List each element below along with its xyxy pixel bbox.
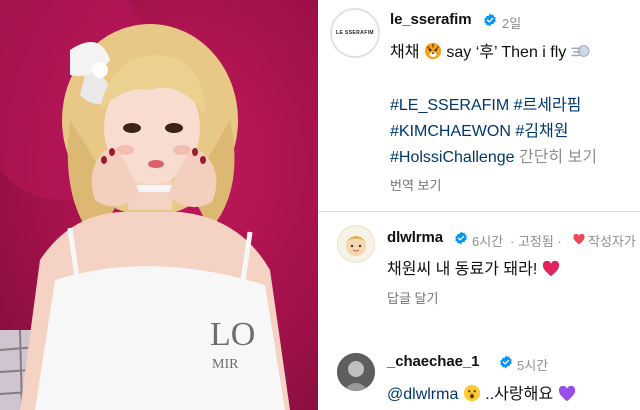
photo-illustration: LO MIR [0,0,290,410]
comment-username[interactable]: _chaechae_1 [387,353,479,370]
mention-link[interactable]: @dlwlrma [387,386,458,403]
comment-body: 채원씨 내 동료가 돼라! [387,261,538,278]
pinned-label: · 고정됨 · [510,234,562,249]
hashtag-le-sserafim[interactable]: #LE_SSERAFIM [390,97,509,114]
avatar-photo [337,353,375,391]
comment-time: 5시간 [517,358,549,373]
comment-body: ..사랑해요 [485,386,554,403]
comment-username[interactable]: dlwlrma [387,229,443,246]
comment-avatar-dlwlrma[interactable] [337,225,375,263]
comment-text: @dlwlrma ..사랑해요 [387,380,576,407]
verified-icon [484,13,496,27]
hashtag-le-sserafim-kr[interactable]: #르세라핌 [514,97,582,114]
post-photo[interactable]: LO MIR [0,0,318,410]
hashtag-line-3: #HolssiChallenge 간단히 보기 [390,143,597,167]
purple-heart-icon [558,385,576,407]
tiger-emoji-icon [424,42,442,65]
red-heart-icon [542,260,560,282]
svg-text:LO: LO [210,316,255,353]
translate-link[interactable]: 번역 보기 [390,175,441,194]
reply-button[interactable]: 답글 달기 [387,288,438,307]
hashtag-line-1: #LE_SSERAFIM #르세라핌 [390,91,581,115]
post-caption: 채채 say ‘후’ Then i fly [390,38,591,65]
hashtag-kimchaewon-kr[interactable]: #김채원 [515,123,568,140]
avatar-logo-text: LE SSERAFIM [335,30,374,36]
dash-emoji-icon [571,42,591,65]
heart-icon [573,234,585,245]
hashtag-line-2: #KIMCHAEWON #김채원 [390,117,568,141]
verified-icon [500,355,512,369]
caption-rest: say ‘후’ Then i fly [446,44,567,61]
avatar-illustration [345,236,367,256]
comment-avatar-chaechae[interactable] [337,353,375,391]
verified-icon [455,231,467,245]
author-liked-badge: 작성자가 [588,234,636,249]
hashtag-kimchaewon[interactable]: #KIMCHAEWON [390,123,511,140]
comment-text: 채원씨 내 동료가 돼라! [387,255,560,282]
section-divider [318,211,640,212]
svg-text:MIR: MIR [212,357,239,372]
post-time: 2일 [502,16,522,31]
post-author-avatar[interactable]: LE SSERAFIM [330,8,380,58]
show-less-link[interactable]: 간단히 보기 [519,149,597,166]
post-author-username[interactable]: le_sserafim [390,11,472,28]
caption-word: 채채 [390,44,420,61]
hashtag-holssi-challenge[interactable]: #HolssiChallenge [390,149,515,166]
comment-time: 6시간 [472,234,504,249]
hushed-face-emoji-icon [463,384,481,407]
